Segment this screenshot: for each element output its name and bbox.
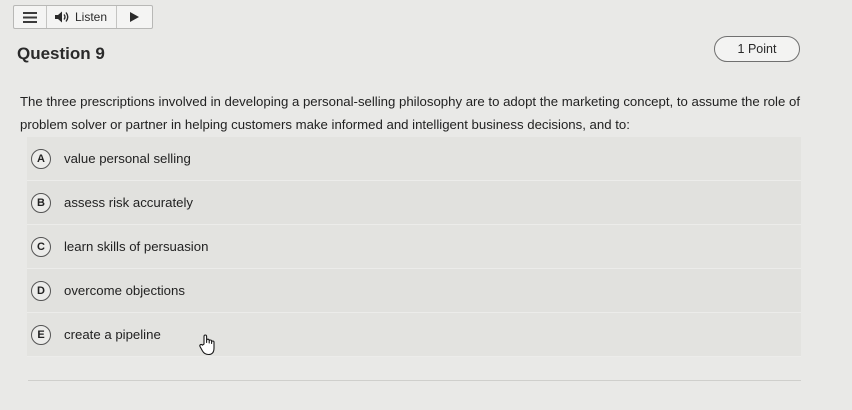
- option-e[interactable]: E create a pipeline: [27, 313, 801, 357]
- option-letter: A: [31, 148, 51, 169]
- option-text: assess risk accurately: [64, 195, 193, 210]
- option-letter: E: [31, 324, 51, 345]
- play-button[interactable]: [117, 6, 152, 28]
- option-d[interactable]: D overcome objections: [27, 269, 801, 313]
- option-c[interactable]: C learn skills of persuasion: [27, 225, 801, 269]
- play-icon: [130, 12, 139, 22]
- question-title: Question 9: [17, 44, 105, 63]
- option-letter: B: [31, 192, 51, 213]
- points-badge: 1 Point: [714, 36, 800, 62]
- option-text: overcome objections: [64, 283, 185, 298]
- divider: [28, 380, 801, 381]
- hamburger-icon: [23, 11, 37, 23]
- answer-options: A value personal selling B assess risk a…: [27, 137, 801, 357]
- option-text: value personal selling: [64, 151, 191, 166]
- option-text: create a pipeline: [64, 327, 161, 342]
- listen-toolbar: Listen: [13, 5, 153, 29]
- listen-label: Listen: [75, 10, 108, 24]
- menu-button[interactable]: [14, 6, 47, 28]
- question-text: The three prescriptions involved in deve…: [20, 94, 800, 132]
- option-b[interactable]: B assess risk accurately: [27, 181, 801, 225]
- option-letter: C: [31, 236, 51, 257]
- option-a[interactable]: A value personal selling: [27, 137, 801, 181]
- listen-button[interactable]: Listen: [47, 6, 117, 28]
- option-text: learn skills of persuasion: [64, 239, 209, 254]
- hand-pointer-icon: [199, 334, 215, 356]
- speaker-icon: [55, 11, 69, 23]
- option-letter: D: [31, 280, 51, 301]
